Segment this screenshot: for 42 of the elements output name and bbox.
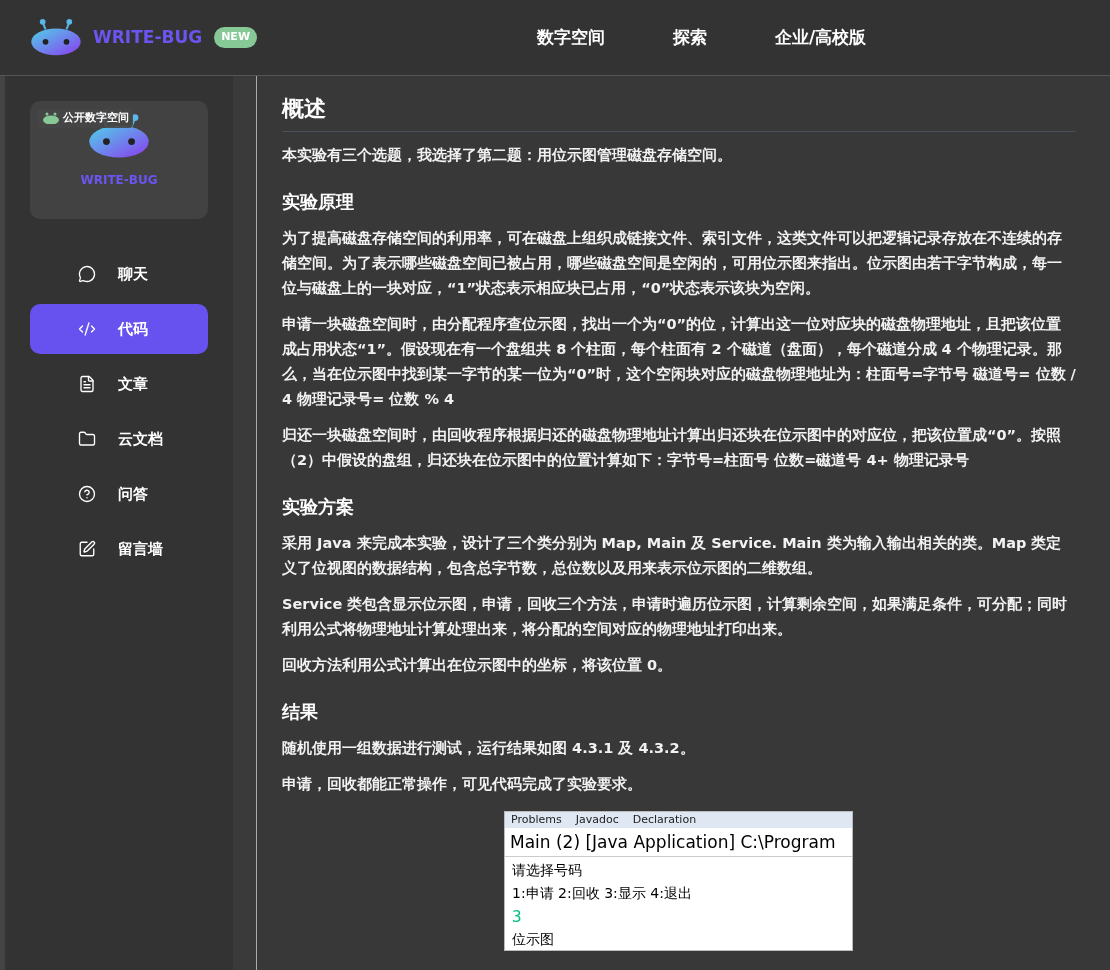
sidebar-item[interactable]: 文章 (30, 359, 208, 409)
tag-label: 公开数字空间 (63, 110, 129, 126)
robot-logo-icon (29, 17, 83, 58)
new-badge: NEW (214, 27, 257, 48)
help-icon (78, 485, 96, 503)
paragraph: 回收方法利用公式计算出在位示图中的坐标，将该位置 0。 (282, 656, 674, 675)
sidebar-item[interactable]: 聊天 (30, 249, 208, 299)
section-heading: 结果 (282, 700, 319, 724)
console-line: 位示图 (512, 930, 555, 949)
sidebar-item[interactable]: 问答 (30, 469, 208, 519)
paragraph: 随机使用一组数据进行测试，运行结果如图 4.3.1 及 4.3.2。 (282, 739, 696, 758)
code-icon (78, 320, 96, 338)
folder-icon (78, 430, 96, 448)
article-title: 概述 (282, 92, 1076, 132)
console-tab[interactable]: Declaration (632, 813, 697, 827)
edit-icon (78, 540, 96, 558)
console-line: 3 (512, 906, 523, 928)
robot-tag-icon (42, 112, 60, 125)
nav-link[interactable]: 数字空间 (537, 24, 605, 51)
chat-icon (78, 265, 96, 283)
nav-link[interactable]: 企业/高校版 (775, 24, 867, 51)
console-title: Main (2) [Java Application] C:\Program (505, 828, 852, 857)
console-tab[interactable]: Problems (511, 813, 562, 827)
console-line: 1:申请 2:回收 3:显示 4:退出 (512, 884, 693, 903)
section-heading: 实验方案 (282, 495, 355, 519)
paragraph: 采用 Java 来完成本实验，设计了三个类分别为 Map, Main 及 Service. Main 类为输入输出相关的类。Map 类定义了位视图的数据结构，包含总字节数，总位数以及用来表示位示图的二维数组。 (282, 534, 1063, 578)
console-line: 请选择号码 (512, 861, 583, 880)
brand-name: WRITE-BUG (93, 25, 203, 49)
paragraph: 为了提高磁盘存储空间的利用率，可在磁盘上组织成链接文件、索引文件，这类文件可以把逻辑记录存放在不连续的存储空间。为了表示哪些磁盘空间已被占用，哪些磁盘空间是空闲的，可用位示图来指出。位示图由若干字节构成，每一位与磁盘上的一块对应，“1”状态表示相应块已占用，“0”状态表示该块为空闲。 (282, 229, 1063, 298)
nav-link[interactable]: 探索 (673, 24, 707, 51)
paragraph: Service 类包含显示位示图，申请，回收三个方法，申请时遍历位示图，计算剩余空间，如果满足条件，可分配；同时利用公式将物理地址计算处理出来，将分配的空间对应的物理地址打印出来。 (282, 595, 1069, 639)
document-icon (78, 375, 96, 393)
sidebar-item[interactable]: 代码 (30, 304, 208, 354)
sidebar-item[interactable]: 留言墙 (30, 524, 208, 574)
section-heading: 实验原理 (282, 190, 355, 214)
paragraph: 归还一块磁盘空间时，由回收程序根据归还的磁盘物理地址计算出归还块在位示图中的对应位，把该位置成“0”。按照（2）中假设的盘组，归还块在位示图中的位置计算如下：字节号=柱面号 位数=磁道号 4+ 物理记录号 (282, 426, 1063, 470)
sidebar-item[interactable]: 云文档 (30, 414, 208, 464)
console-tab[interactable]: Javadoc (575, 813, 619, 827)
card-brand: WRITE-BUG (80, 172, 158, 189)
paragraph: 申请，回收都能正常操作，可见代码完成了实验要求。 (282, 775, 643, 794)
paragraph: 本实验有三个选题，我选择了第二题：用位示图管理磁盘存储空间。 (282, 146, 733, 165)
paragraph: 申请一块磁盘空间时，由分配程序查位示图，找出一个为“0”的位，计算出这一位对应块的磁盘物理地址，且把该位置成占用状态“1”。假设现在有一个盘组共 8 个柱面，每个柱面有 2 个磁道（盘面），每个磁道分成 4 个物理记录。那么，当在位示图中找到某一字节的某一位为“0”时，这个空闲块对应的磁盘物理地址为：柱面号=字节号 磁道号= 位数 / 4 物理记录号= 位数 % 4 (282, 315, 1076, 409)
